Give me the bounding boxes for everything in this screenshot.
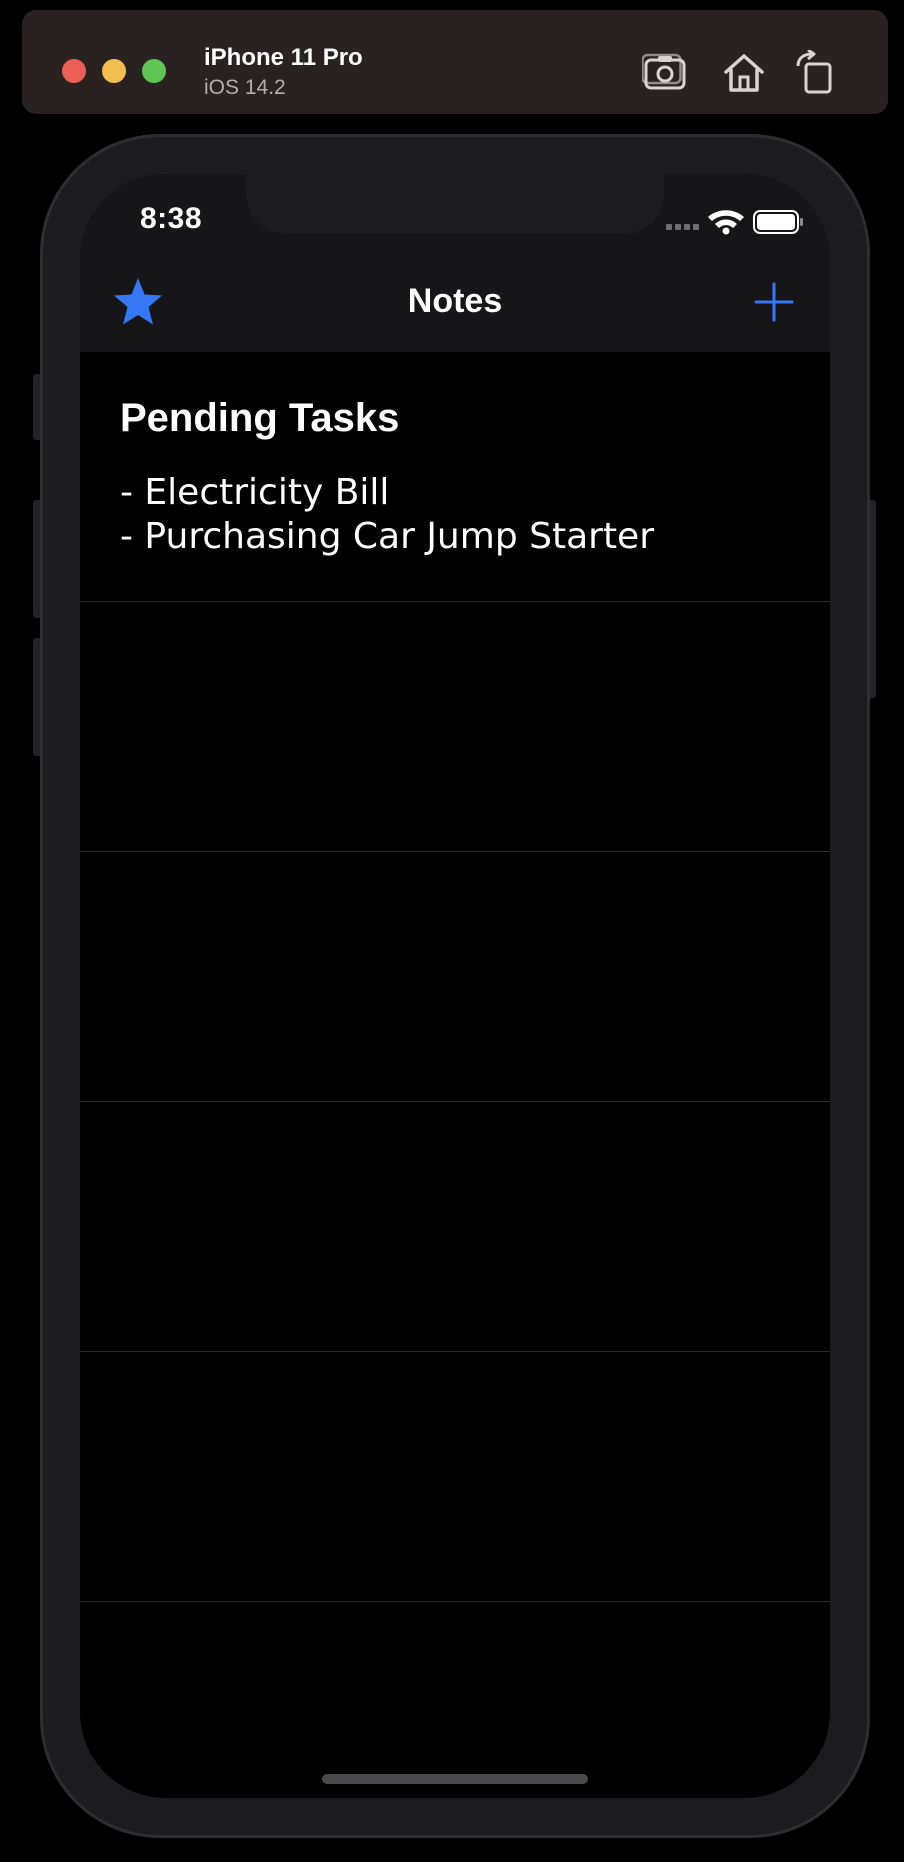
notch <box>246 174 664 234</box>
battery-icon <box>753 210 803 234</box>
note-row[interactable] <box>80 1102 830 1352</box>
note-line: - Purchasing Car Jump Starter <box>120 516 655 557</box>
window-zoom-button[interactable] <box>142 59 166 83</box>
rotate-icon[interactable] <box>792 50 840 94</box>
note-title: Pending Tasks <box>120 396 400 440</box>
window-minimize-button[interactable] <box>102 59 126 83</box>
signal-icon <box>666 224 699 230</box>
status-icons <box>666 210 803 235</box>
note-row[interactable] <box>80 1352 830 1602</box>
notes-list: Pending Tasks - Electricity Bill - Purch… <box>80 352 830 1602</box>
wifi-icon <box>708 210 744 235</box>
phone-screen: 8:38 Notes Pending Tasks - Electricity B… <box>80 174 830 1798</box>
note-row[interactable]: Pending Tasks - Electricity Bill - Purch… <box>80 352 830 602</box>
note-row[interactable] <box>80 602 830 852</box>
home-indicator[interactable] <box>322 1774 588 1784</box>
simulator-os-version: iOS 14.2 <box>204 76 286 99</box>
window-close-button[interactable] <box>62 59 86 83</box>
status-time: 8:38 <box>140 202 203 235</box>
home-icon[interactable] <box>720 50 768 94</box>
navigation-bar: 8:38 Notes <box>80 174 830 352</box>
simulator-title-bar: iPhone 11 Pro iOS 14.2 <box>22 10 888 114</box>
note-line: - Electricity Bill <box>120 472 390 513</box>
note-row[interactable] <box>80 852 830 1102</box>
plus-icon[interactable] <box>752 280 796 324</box>
camera-icon[interactable] <box>642 50 690 94</box>
simulator-device-name: iPhone 11 Pro <box>204 44 363 71</box>
nav-title: Notes <box>407 282 503 320</box>
